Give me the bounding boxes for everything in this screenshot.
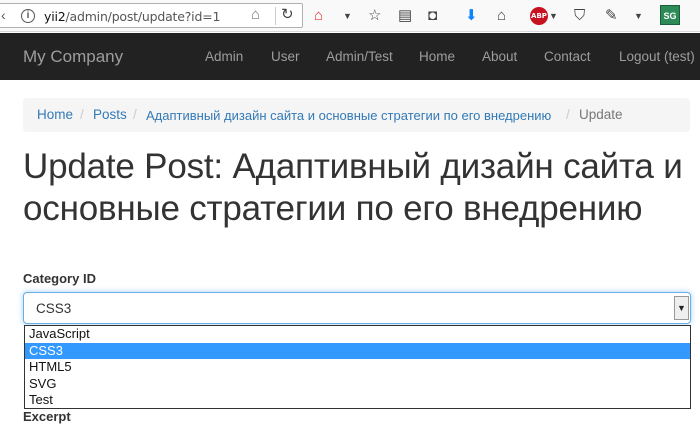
url-text[interactable]: yii2/admin/post/update?id=1 (44, 9, 220, 24)
url-divider (275, 7, 276, 25)
extension-icon[interactable]: ✎ (605, 6, 618, 26)
breadcrumb-current: Update (579, 107, 623, 122)
info-icon[interactable]: i (21, 9, 35, 23)
breadcrumb-home[interactable]: Home (37, 107, 73, 122)
nav-item-home[interactable]: Home (419, 49, 455, 64)
nav-item-contact[interactable]: Contact (544, 49, 591, 64)
category-dropdown-list: JavaScript CSS3 HTML5 SVG Test (24, 325, 691, 409)
browser-toolbar: ‹ i yii2/admin/post/update?id=1 ⌂ ↻ ⌂ ▼ … (0, 0, 700, 32)
bookmark-star-icon[interactable]: ☆ (368, 6, 381, 26)
nav-item-admin-test[interactable]: Admin/Test (326, 49, 393, 64)
chevron-down-icon[interactable]: ▼ (634, 6, 643, 26)
nav-item-admin[interactable]: Admin (205, 49, 243, 64)
breadcrumb-post[interactable]: Адаптивный дизайн сайта и основные страт… (146, 108, 551, 123)
category-option-html5[interactable]: HTML5 (25, 359, 690, 376)
breadcrumb: Home / Posts / Адаптивный дизайн сайта и… (23, 98, 690, 132)
home-icon[interactable]: ⌂ (497, 6, 506, 26)
category-select[interactable]: CSS3 ▼ (23, 292, 691, 324)
shield-icon[interactable]: ⛉ (574, 6, 585, 26)
nav-item-about[interactable]: About (482, 49, 517, 64)
colorful-home-icon[interactable]: ⌂ (314, 6, 323, 26)
address-bar[interactable]: ‹ i yii2/admin/post/update?id=1 ⌂ ↻ (0, 3, 303, 28)
page-title: Update Post: Адаптивный дизайн сайта и о… (23, 147, 683, 228)
reload-icon[interactable]: ↻ (281, 5, 294, 23)
excerpt-label: Excerpt (23, 409, 71, 424)
navbar: My Company Admin User Admin/Test Home Ab… (0, 33, 700, 80)
breadcrumb-posts[interactable]: Posts (93, 107, 127, 122)
chevron-down-icon[interactable]: ▼ (549, 6, 558, 26)
download-icon[interactable]: ⬇ (465, 6, 478, 26)
reading-list-icon[interactable]: ▤ (398, 6, 412, 26)
brand-link[interactable]: My Company (23, 47, 123, 67)
seo-extension-icon[interactable]: SG (660, 5, 680, 25)
adblock-icon[interactable]: ABP (530, 7, 548, 25)
category-label: Category ID (23, 271, 96, 286)
chevron-down-icon[interactable]: ▼ (674, 296, 689, 320)
category-option-javascript[interactable]: JavaScript (25, 326, 690, 343)
breadcrumb-separator: / (80, 107, 84, 122)
category-option-css3[interactable]: CSS3 (25, 342, 690, 360)
chevron-down-icon[interactable]: ▼ (343, 6, 352, 26)
back-arrow-icon[interactable]: ‹ (1, 7, 6, 23)
reader-mode-icon[interactable]: ⌂ (251, 6, 260, 23)
nav-item-user[interactable]: User (271, 49, 300, 64)
pocket-icon[interactable]: ◘ (428, 6, 437, 26)
breadcrumb-separator: / (133, 107, 137, 122)
category-option-svg[interactable]: SVG (25, 376, 690, 393)
breadcrumb-separator: / (566, 107, 570, 122)
nav-item-logout[interactable]: Logout (test) (619, 49, 695, 64)
category-select-value: CSS3 (36, 301, 72, 316)
category-option-test[interactable]: Test (25, 392, 690, 409)
